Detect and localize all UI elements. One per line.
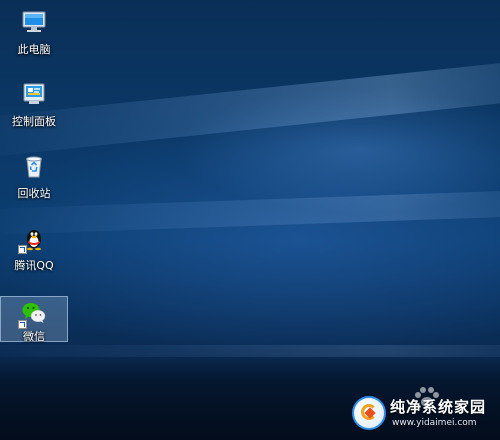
icon-label: 控制面板 [12,115,56,128]
watermark-url: www.yidaimei.com [392,418,477,428]
icon-label: 此电脑 [17,43,51,56]
watermark-title: 纯净系统家园 [390,398,487,416]
control-panel-icon [20,80,48,108]
shortcut-arrow-icon [18,320,27,329]
wallpaper-light-beam [0,55,500,160]
wechat-icon [18,299,48,329]
recycle-bin-icon [20,152,48,180]
icon-label: 回收站 [17,187,51,200]
desktop-icon-this-pc[interactable]: 此电脑 [0,4,68,74]
computer-icon [20,8,48,36]
desktop-icon-recycle-bin[interactable]: 回收站 [0,148,68,218]
desktop-icon-control-panel[interactable]: 控制面板 [0,76,68,146]
desktop-icon-tencent-qq[interactable]: 腾讯QQ [0,220,68,290]
desktop[interactable]: 此电脑 控制面板 回收站 腾讯QQ 微信 纯净系统家园 www.yidaimei… [0,0,500,440]
shortcut-arrow-icon [18,245,27,254]
icon-label: 腾讯QQ [14,259,54,272]
desktop-icon-wechat[interactable]: 微信 [0,296,68,343]
site-watermark: 纯净系统家园 www.yidaimei.com [352,394,492,434]
wallpaper-light-beam [0,188,500,236]
site-logo-icon [352,396,386,430]
qq-penguin-icon [18,224,48,254]
icon-label: 微信 [23,330,45,343]
